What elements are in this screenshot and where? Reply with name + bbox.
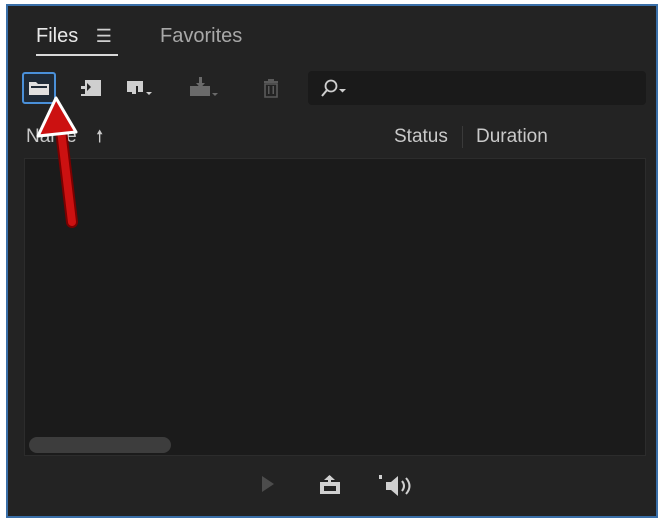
- export-button[interactable]: [186, 72, 220, 104]
- bottom-bar: [8, 458, 656, 514]
- new-item-dropdown-icon: [127, 81, 152, 96]
- panel-tabs: Files ☰ Favorites: [8, 6, 656, 62]
- export-media-button[interactable]: [318, 474, 344, 501]
- files-panel: Files ☰ Favorites Name 🠕 Status Duration: [6, 4, 658, 518]
- export-dropdown-icon: [190, 77, 218, 96]
- import-icon: [81, 80, 101, 96]
- trash-icon: [264, 79, 278, 98]
- hamburger-icon[interactable]: ☰: [96, 26, 112, 46]
- import-button[interactable]: [74, 72, 108, 104]
- toolbar: [8, 66, 656, 112]
- search-input[interactable]: [308, 71, 646, 105]
- sort-ascending-icon[interactable]: 🠕: [96, 118, 103, 156]
- column-duration[interactable]: Duration: [476, 118, 548, 156]
- folder-open-icon: [29, 82, 49, 95]
- new-item-button[interactable]: [122, 72, 156, 104]
- column-name[interactable]: Name: [26, 118, 77, 156]
- tab-favorites-label: Favorites: [160, 25, 243, 47]
- play-button[interactable]: [260, 474, 276, 499]
- active-tab-underline: [36, 54, 118, 56]
- export-media-icon: [320, 475, 340, 494]
- open-folder-button[interactable]: [22, 72, 56, 104]
- delete-button[interactable]: [254, 72, 288, 104]
- column-divider: [462, 126, 463, 148]
- column-header: Name 🠕 Status Duration: [8, 118, 656, 156]
- search-dropdown-icon[interactable]: [320, 78, 348, 98]
- horizontal-scrollbar[interactable]: [29, 437, 171, 453]
- audio-button[interactable]: [378, 474, 412, 503]
- column-status[interactable]: Status: [394, 118, 448, 156]
- tab-files[interactable]: Files ☰: [36, 22, 112, 50]
- play-icon: [262, 476, 274, 492]
- tab-favorites[interactable]: Favorites: [160, 22, 242, 50]
- tab-files-label: Files: [36, 25, 79, 47]
- file-list[interactable]: [24, 158, 646, 456]
- audio-speaker-icon: [379, 475, 411, 496]
